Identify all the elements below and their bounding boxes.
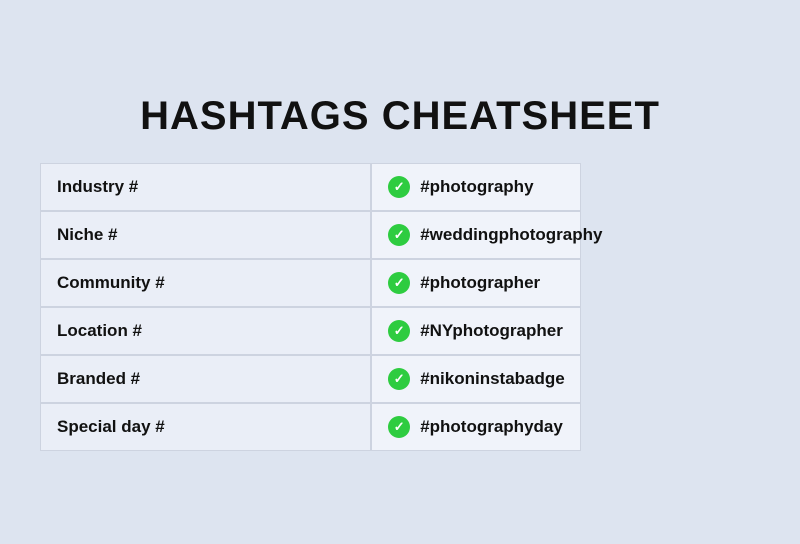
hashtags-table: Industry ##photographyNiche ##weddingpho… — [40, 163, 760, 451]
hashtag-text: #photographyday — [420, 417, 563, 437]
check-icon — [388, 176, 410, 198]
check-icon — [388, 224, 410, 246]
hashtag-text: #weddingphotography — [420, 225, 602, 245]
hashtag-text: #photographer — [420, 273, 540, 293]
check-icon — [388, 416, 410, 438]
hashtag-text: #nikoninstabadge — [420, 369, 565, 389]
hashtag-cell: #NYphotographer — [371, 307, 581, 355]
table-row: Special day # #photographyday — [40, 403, 760, 451]
table-row: Industry # #photography — [40, 163, 760, 211]
category-label: Industry # — [40, 163, 371, 211]
category-label: Community # — [40, 259, 371, 307]
hashtag-text: #NYphotographer — [420, 321, 563, 341]
hashtag-cell: #photographer — [371, 259, 581, 307]
category-label: Branded # — [40, 355, 371, 403]
hashtag-cell: #photography — [371, 163, 581, 211]
category-label: Special day # — [40, 403, 371, 451]
table-row: Niche ##weddingphotography — [40, 211, 760, 259]
table-row: Community # #photographer — [40, 259, 760, 307]
hashtag-cell: #photographyday — [371, 403, 581, 451]
table-row: Branded # #nikoninstabadge — [40, 355, 760, 403]
check-icon — [388, 320, 410, 342]
category-label: Location # — [40, 307, 371, 355]
table-row: Location # #NYphotographer — [40, 307, 760, 355]
hashtag-cell: #nikoninstabadge — [371, 355, 581, 403]
hashtag-cell: #weddingphotography — [371, 211, 581, 259]
hashtag-text: #photography — [420, 177, 533, 197]
category-label: Niche # — [40, 211, 371, 259]
check-icon — [388, 368, 410, 390]
page-title: HASHTAGS CHEATSHEET — [140, 94, 660, 139]
check-icon — [388, 272, 410, 294]
